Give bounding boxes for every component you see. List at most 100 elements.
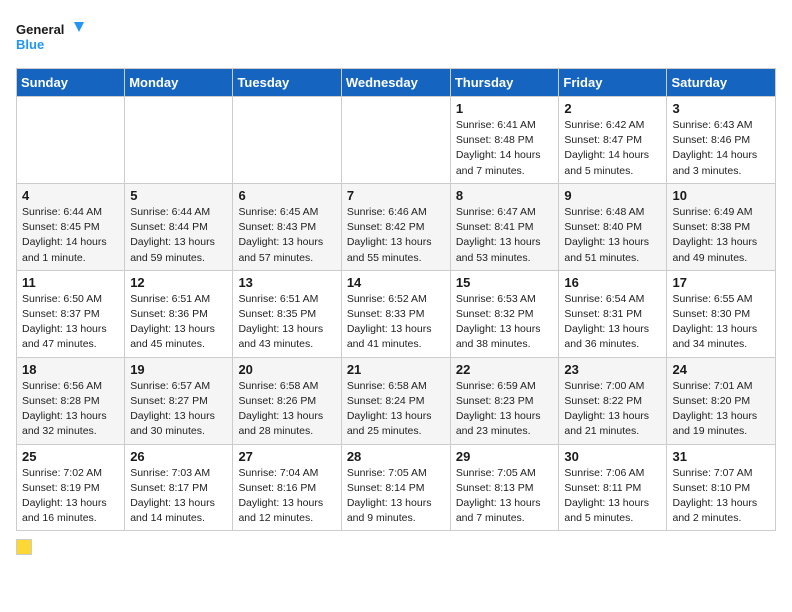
calendar-day-cell: 27 Sunrise: 7:04 AM Sunset: 8:16 PM Dayli…	[233, 444, 341, 531]
day-number: 4	[22, 188, 119, 203]
calendar-day-cell	[341, 97, 450, 184]
calendar-day-cell: 2 Sunrise: 6:42 AM Sunset: 8:47 PM Daylig…	[559, 97, 667, 184]
calendar-day-cell: 5 Sunrise: 6:44 AM Sunset: 8:44 PM Daylig…	[125, 183, 233, 270]
day-number: 11	[22, 275, 119, 290]
calendar-day-cell: 10 Sunrise: 6:49 AM Sunset: 8:38 PM Dayli…	[667, 183, 776, 270]
day-detail: Sunrise: 6:41 AM Sunset: 8:48 PM Dayligh…	[456, 118, 554, 179]
day-number: 1	[456, 101, 554, 116]
calendar-day-cell	[233, 97, 341, 184]
day-number: 9	[564, 188, 661, 203]
day-detail: Sunrise: 6:54 AM Sunset: 8:31 PM Dayligh…	[564, 292, 661, 353]
calendar-day-cell: 30 Sunrise: 7:06 AM Sunset: 8:11 PM Dayli…	[559, 444, 667, 531]
calendar-day-cell: 6 Sunrise: 6:45 AM Sunset: 8:43 PM Daylig…	[233, 183, 341, 270]
day-detail: Sunrise: 7:00 AM Sunset: 8:22 PM Dayligh…	[564, 379, 661, 440]
day-detail: Sunrise: 6:53 AM Sunset: 8:32 PM Dayligh…	[456, 292, 554, 353]
calendar-day-cell: 7Sunrise: 6:46 AM Sunset: 8:42 PM Daylig…	[341, 183, 450, 270]
calendar-week-row: 4 Sunrise: 6:44 AM Sunset: 8:45 PM Daylig…	[17, 183, 776, 270]
page-header: General Blue	[16, 16, 776, 56]
day-detail: Sunrise: 6:55 AM Sunset: 8:30 PM Dayligh…	[672, 292, 770, 353]
day-detail: Sunrise: 7:05 AM Sunset: 8:13 PM Dayligh…	[456, 466, 554, 527]
day-detail: Sunrise: 6:48 AM Sunset: 8:40 PM Dayligh…	[564, 205, 661, 266]
calendar-day-cell: 12Sunrise: 6:51 AM Sunset: 8:36 PM Dayli…	[125, 270, 233, 357]
day-detail: Sunrise: 6:45 AM Sunset: 8:43 PM Dayligh…	[238, 205, 335, 266]
legend	[16, 539, 776, 555]
calendar-day-cell: 28Sunrise: 7:05 AM Sunset: 8:14 PM Dayli…	[341, 444, 450, 531]
day-detail: Sunrise: 6:56 AM Sunset: 8:28 PM Dayligh…	[22, 379, 119, 440]
calendar-day-cell: 18Sunrise: 6:56 AM Sunset: 8:28 PM Dayli…	[17, 357, 125, 444]
calendar-week-row: 18Sunrise: 6:56 AM Sunset: 8:28 PM Dayli…	[17, 357, 776, 444]
day-detail: Sunrise: 7:07 AM Sunset: 8:10 PM Dayligh…	[672, 466, 770, 527]
day-number: 20	[238, 362, 335, 377]
day-detail: Sunrise: 6:51 AM Sunset: 8:35 PM Dayligh…	[238, 292, 335, 353]
day-number: 25	[22, 449, 119, 464]
calendar-day-header: Sunday	[17, 69, 125, 97]
calendar-day-cell: 17 Sunrise: 6:55 AM Sunset: 8:30 PM Dayli…	[667, 270, 776, 357]
calendar-day-cell: 21 Sunrise: 6:58 AM Sunset: 8:24 PM Dayli…	[341, 357, 450, 444]
day-number: 13	[238, 275, 335, 290]
calendar-table: SundayMondayTuesdayWednesdayThursdayFrid…	[16, 68, 776, 531]
day-number: 10	[672, 188, 770, 203]
day-number: 17	[672, 275, 770, 290]
calendar-week-row: 25 Sunrise: 7:02 AM Sunset: 8:19 PM Dayli…	[17, 444, 776, 531]
calendar-day-cell: 23 Sunrise: 7:00 AM Sunset: 8:22 PM Dayli…	[559, 357, 667, 444]
calendar-day-cell: 8 Sunrise: 6:47 AM Sunset: 8:41 PM Daylig…	[450, 183, 559, 270]
calendar-day-cell: 13 Sunrise: 6:51 AM Sunset: 8:35 PM Dayli…	[233, 270, 341, 357]
day-number: 8	[456, 188, 554, 203]
day-detail: Sunrise: 7:06 AM Sunset: 8:11 PM Dayligh…	[564, 466, 661, 527]
calendar-week-row: 1 Sunrise: 6:41 AM Sunset: 8:48 PM Daylig…	[17, 97, 776, 184]
legend-color-box	[16, 539, 32, 555]
day-detail: Sunrise: 7:05 AM Sunset: 8:14 PM Dayligh…	[347, 466, 445, 527]
calendar-header-row: SundayMondayTuesdayWednesdayThursdayFrid…	[17, 69, 776, 97]
day-number: 6	[238, 188, 335, 203]
calendar-day-header: Saturday	[667, 69, 776, 97]
calendar-day-cell: 14Sunrise: 6:52 AM Sunset: 8:33 PM Dayli…	[341, 270, 450, 357]
calendar-day-cell: 9 Sunrise: 6:48 AM Sunset: 8:40 PM Daylig…	[559, 183, 667, 270]
svg-text:Blue: Blue	[16, 37, 44, 52]
day-detail: Sunrise: 6:51 AM Sunset: 8:36 PM Dayligh…	[130, 292, 227, 353]
calendar-day-cell: 11 Sunrise: 6:50 AM Sunset: 8:37 PM Dayli…	[17, 270, 125, 357]
day-detail: Sunrise: 7:02 AM Sunset: 8:19 PM Dayligh…	[22, 466, 119, 527]
day-detail: Sunrise: 6:50 AM Sunset: 8:37 PM Dayligh…	[22, 292, 119, 353]
day-detail: Sunrise: 6:59 AM Sunset: 8:23 PM Dayligh…	[456, 379, 554, 440]
day-number: 24	[672, 362, 770, 377]
calendar-day-cell: 19Sunrise: 6:57 AM Sunset: 8:27 PM Dayli…	[125, 357, 233, 444]
day-number: 30	[564, 449, 661, 464]
calendar-day-cell	[125, 97, 233, 184]
calendar-day-cell: 1 Sunrise: 6:41 AM Sunset: 8:48 PM Daylig…	[450, 97, 559, 184]
calendar-day-cell: 4 Sunrise: 6:44 AM Sunset: 8:45 PM Daylig…	[17, 183, 125, 270]
day-detail: Sunrise: 6:58 AM Sunset: 8:24 PM Dayligh…	[347, 379, 445, 440]
day-detail: Sunrise: 6:44 AM Sunset: 8:44 PM Dayligh…	[130, 205, 227, 266]
logo-svg: General Blue	[16, 16, 86, 56]
day-number: 5	[130, 188, 227, 203]
day-detail: Sunrise: 6:47 AM Sunset: 8:41 PM Dayligh…	[456, 205, 554, 266]
day-number: 29	[456, 449, 554, 464]
day-number: 3	[672, 101, 770, 116]
svg-text:General: General	[16, 22, 64, 37]
calendar-day-header: Friday	[559, 69, 667, 97]
day-number: 21	[347, 362, 445, 377]
day-number: 23	[564, 362, 661, 377]
calendar-day-header: Tuesday	[233, 69, 341, 97]
day-number: 2	[564, 101, 661, 116]
day-detail: Sunrise: 7:03 AM Sunset: 8:17 PM Dayligh…	[130, 466, 227, 527]
calendar-day-cell	[17, 97, 125, 184]
calendar-day-header: Monday	[125, 69, 233, 97]
calendar-day-header: Thursday	[450, 69, 559, 97]
day-detail: Sunrise: 6:49 AM Sunset: 8:38 PM Dayligh…	[672, 205, 770, 266]
day-number: 19	[130, 362, 227, 377]
day-detail: Sunrise: 7:01 AM Sunset: 8:20 PM Dayligh…	[672, 379, 770, 440]
day-detail: Sunrise: 7:04 AM Sunset: 8:16 PM Dayligh…	[238, 466, 335, 527]
day-number: 16	[564, 275, 661, 290]
day-number: 31	[672, 449, 770, 464]
day-number: 26	[130, 449, 227, 464]
day-detail: Sunrise: 6:44 AM Sunset: 8:45 PM Dayligh…	[22, 205, 119, 266]
calendar-day-header: Wednesday	[341, 69, 450, 97]
day-number: 22	[456, 362, 554, 377]
calendar-day-cell: 26 Sunrise: 7:03 AM Sunset: 8:17 PM Dayli…	[125, 444, 233, 531]
day-detail: Sunrise: 6:52 AM Sunset: 8:33 PM Dayligh…	[347, 292, 445, 353]
logo: General Blue	[16, 16, 86, 56]
day-number: 27	[238, 449, 335, 464]
calendar-week-row: 11 Sunrise: 6:50 AM Sunset: 8:37 PM Dayli…	[17, 270, 776, 357]
calendar-day-cell: 29 Sunrise: 7:05 AM Sunset: 8:13 PM Dayli…	[450, 444, 559, 531]
day-detail: Sunrise: 6:42 AM Sunset: 8:47 PM Dayligh…	[564, 118, 661, 179]
